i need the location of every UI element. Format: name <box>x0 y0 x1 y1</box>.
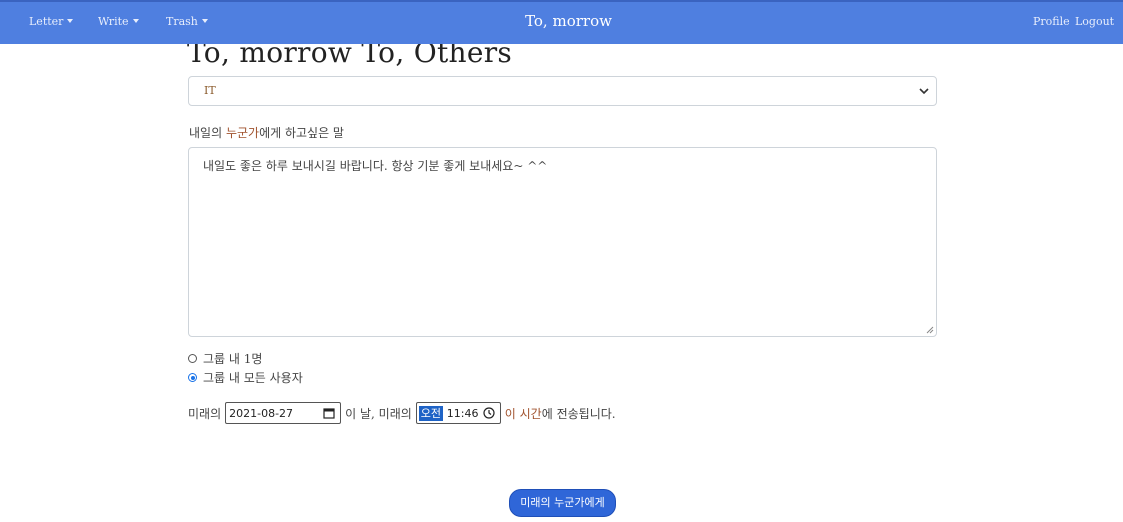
schedule-middle: 이 날, 미래의 <box>345 406 412 421</box>
logout-link-top[interactable]: Logout <box>1075 15 1114 28</box>
schedule-suffix-highlight: 이 시간 <box>504 406 542 421</box>
message-label-part1: 내일의 <box>189 126 226 140</box>
date-input[interactable]: 2021-08-27 <box>225 402 342 424</box>
category-select[interactable]: IT <box>188 76 937 106</box>
schedule-row: 미래의 2021-08-27 이 날, 미래의 오전 11:46 이 시간 에 전… <box>188 402 616 424</box>
submit-button[interactable]: 미래의 누군가에게 <box>509 489 616 517</box>
navbar-content-layer: Letter Write Trash To, morrow Profile Lo… <box>0 0 1123 44</box>
clock-icon[interactable] <box>483 407 495 419</box>
category-select-value: IT <box>204 84 216 97</box>
time-input[interactable]: 오전 11:46 <box>415 402 501 424</box>
message-label-part2: 누군가 <box>225 126 260 140</box>
calendar-icon[interactable] <box>323 407 335 419</box>
recipient-option-all-label: 그룹 내 모든 사용자 <box>203 371 303 385</box>
time-input-value: 11:46 <box>446 407 479 420</box>
message-textarea[interactable]: 내일도 좋은 하루 보내시길 바랍니다. 항상 기분 좋게 보내세요~ ^^ <box>188 147 937 337</box>
schedule-prefix: 미래의 <box>188 406 222 421</box>
message-label: 내일의 누군가에게 하고싶은 말 <box>189 124 344 141</box>
resize-grip-icon[interactable] <box>926 326 934 334</box>
date-input-value: 2021-08-27 <box>229 407 294 420</box>
radio-button-one[interactable] <box>188 354 197 363</box>
recipient-option-one[interactable]: 그룹 내 1명 <box>188 350 262 367</box>
recipient-option-all[interactable]: 그룹 내 모든 사용자 <box>188 369 303 386</box>
recipient-option-one-label: 그룹 내 1명 <box>203 352 263 366</box>
message-text: 내일도 좋은 하루 보내시길 바랍니다. 항상 기분 좋게 보내세요~ ^^ <box>203 159 548 173</box>
profile-link-top[interactable]: Profile <box>1033 15 1070 28</box>
schedule-suffix: 에 전송됩니다. <box>541 406 616 421</box>
brand-title-top[interactable]: To, morrow <box>0 12 1123 30</box>
time-ampm-segment[interactable]: 오전 <box>418 406 444 421</box>
radio-button-all[interactable] <box>188 373 197 382</box>
message-label-part3: 에게 하고싶은 말 <box>259 126 344 140</box>
chevron-down-icon <box>919 88 929 95</box>
